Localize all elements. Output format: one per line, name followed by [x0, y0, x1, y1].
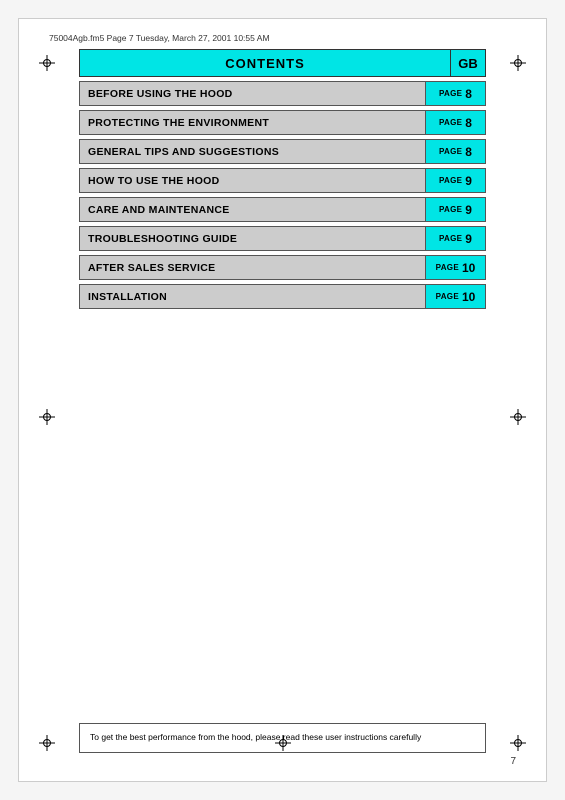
toc-row-1: PROTECTING THE ENVIRONMENTPAGE8: [79, 110, 486, 135]
toc-label-2: GENERAL TIPS AND SUGGESTIONS: [80, 140, 425, 163]
toc-page-2: PAGE8: [425, 140, 485, 163]
toc-row-0: BEFORE USING THE HOODPAGE8: [79, 81, 486, 106]
page-num-6: 10: [462, 261, 475, 275]
page-num-3: 9: [465, 174, 472, 188]
toc-page-1: PAGE8: [425, 111, 485, 134]
page-num-4: 9: [465, 203, 472, 217]
page-number: 7: [510, 756, 516, 767]
toc-page-3: PAGE9: [425, 169, 485, 192]
toc-row-6: AFTER SALES SERVICEPAGE10: [79, 255, 486, 280]
contents-gb: GB: [450, 49, 486, 77]
toc-row-5: TROUBLESHOOTING GUIDEPAGE9: [79, 226, 486, 251]
toc-page-0: PAGE8: [425, 82, 485, 105]
crosshair-mid-right: [510, 409, 526, 425]
page-word-4: PAGE: [439, 205, 462, 214]
toc-row-3: HOW TO USE THE HOODPAGE9: [79, 168, 486, 193]
page-word-5: PAGE: [439, 234, 462, 243]
page-word-1: PAGE: [439, 118, 462, 127]
toc-page-7: PAGE10: [425, 285, 485, 308]
contents-header: CONTENTS GB: [79, 49, 486, 77]
page-word-3: PAGE: [439, 176, 462, 185]
contents-title: CONTENTS: [79, 49, 450, 77]
page-container: 75004Agb.fm5 Page 7 Tuesday, March 27, 2…: [0, 0, 565, 800]
bottom-note-text: To get the best performance from the hoo…: [90, 732, 421, 742]
page-num-5: 9: [465, 232, 472, 246]
toc-row-4: CARE AND MAINTENANCEPAGE9: [79, 197, 486, 222]
bottom-note: To get the best performance from the hoo…: [79, 723, 486, 753]
toc-label-4: CARE AND MAINTENANCE: [80, 198, 425, 221]
toc-page-4: PAGE9: [425, 198, 485, 221]
toc-label-5: TROUBLESHOOTING GUIDE: [80, 227, 425, 250]
toc-page-5: PAGE9: [425, 227, 485, 250]
content-area: CONTENTS GB BEFORE USING THE HOODPAGE8PR…: [79, 49, 486, 313]
page-num-0: 8: [465, 87, 472, 101]
page-inner: 75004Agb.fm5 Page 7 Tuesday, March 27, 2…: [18, 18, 547, 782]
toc-label-3: HOW TO USE THE HOOD: [80, 169, 425, 192]
crosshair-bottom-right: [510, 735, 526, 751]
page-num-7: 10: [462, 290, 475, 304]
file-info: 75004Agb.fm5 Page 7 Tuesday, March 27, 2…: [49, 33, 270, 43]
toc-page-6: PAGE10: [425, 256, 485, 279]
page-word-2: PAGE: [439, 147, 462, 156]
crosshair-bottom-left: [39, 735, 55, 751]
page-word-6: PAGE: [436, 263, 459, 272]
toc-label-7: INSTALLATION: [80, 285, 425, 308]
crosshair-top-right: [510, 55, 526, 71]
toc-label-6: AFTER SALES SERVICE: [80, 256, 425, 279]
toc-list: BEFORE USING THE HOODPAGE8PROTECTING THE…: [79, 81, 486, 309]
crosshair-mid-left: [39, 409, 55, 425]
page-num-1: 8: [465, 116, 472, 130]
toc-row-7: INSTALLATIONPAGE10: [79, 284, 486, 309]
toc-label-0: BEFORE USING THE HOOD: [80, 82, 425, 105]
crosshair-top-left: [39, 55, 55, 71]
page-word-0: PAGE: [439, 89, 462, 98]
header-line: 75004Agb.fm5 Page 7 Tuesday, March 27, 2…: [49, 33, 516, 43]
toc-row-2: GENERAL TIPS AND SUGGESTIONSPAGE8: [79, 139, 486, 164]
page-num-2: 8: [465, 145, 472, 159]
page-word-7: PAGE: [436, 292, 459, 301]
toc-label-1: PROTECTING THE ENVIRONMENT: [80, 111, 425, 134]
